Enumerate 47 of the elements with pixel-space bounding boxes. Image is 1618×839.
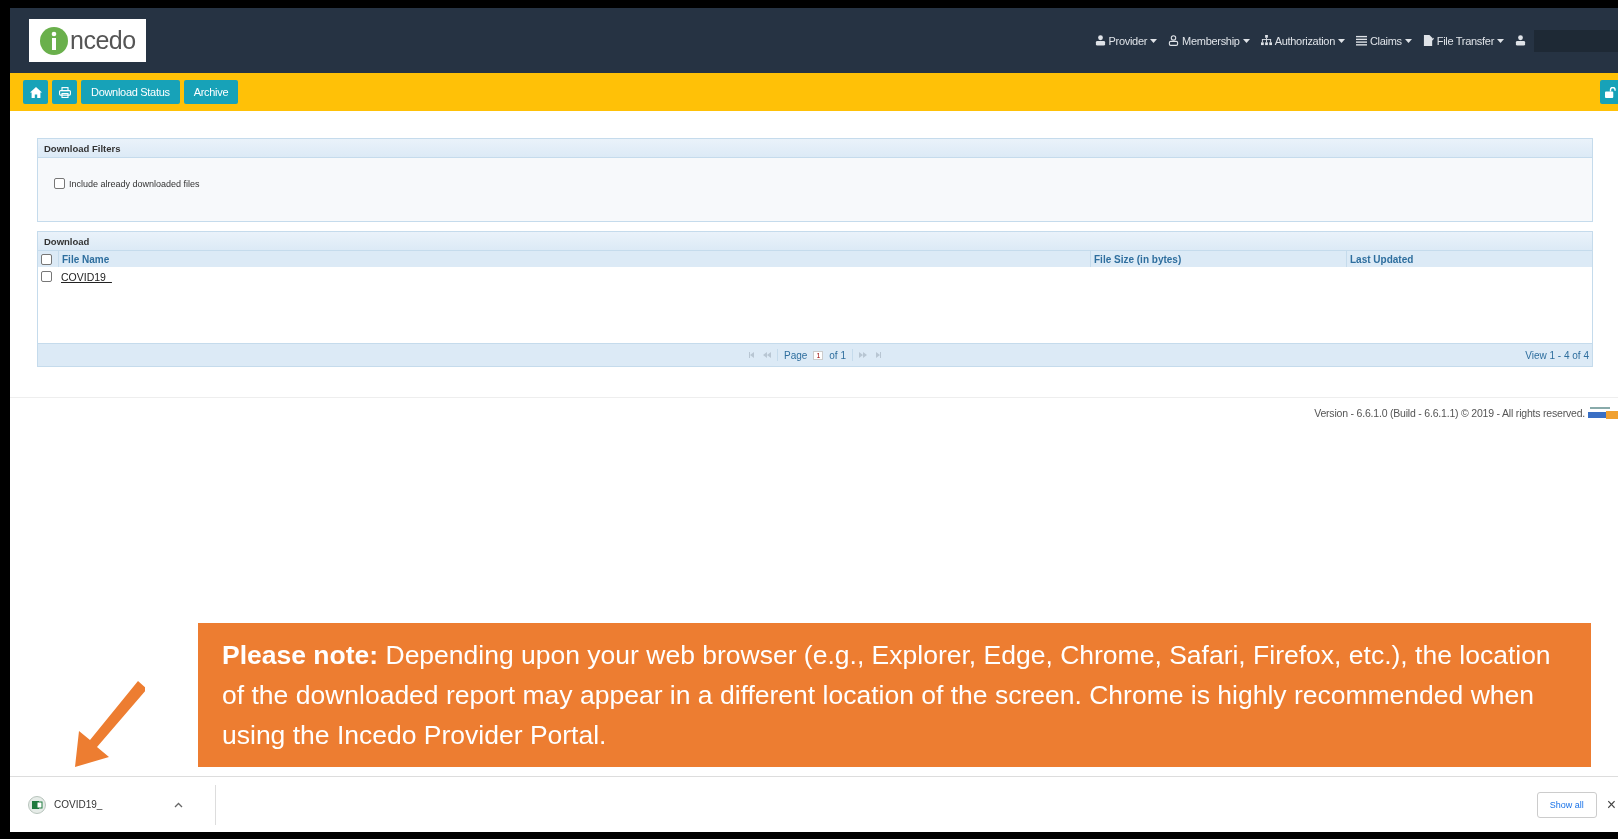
printer-icon: [58, 86, 71, 98]
caret-icon: [1404, 38, 1412, 43]
logo-mark-icon: [39, 25, 69, 56]
powered-by-logo-icon: [1588, 406, 1618, 420]
record-count: View 1 - 4 of 4: [1525, 349, 1589, 361]
close-button[interactable]: ×: [1604, 795, 1618, 814]
column-header[interactable]: Last Updated: [1346, 251, 1592, 267]
print-button[interactable]: [52, 80, 77, 104]
nav-menu[interactable]: File Transfer: [1422, 34, 1504, 47]
caret-icon: [1242, 38, 1250, 43]
nav-menu[interactable]: Claims: [1355, 34, 1412, 47]
logo[interactable]: ncedo: [29, 19, 146, 62]
panel-title: Download: [38, 232, 1592, 251]
checkbox-label: Include already downloaded files: [69, 178, 200, 189]
file-icon: [1422, 35, 1434, 46]
arrow-icon: [75, 681, 145, 767]
person-icon: [1094, 35, 1106, 46]
checkbox[interactable]: [54, 178, 65, 189]
home-icon: [29, 86, 42, 98]
column-header[interactable]: File Size (in bytes): [1090, 251, 1346, 267]
home-button[interactable]: [23, 80, 48, 104]
page-count: of 1: [829, 349, 846, 361]
list-icon: [1355, 35, 1367, 46]
download-item[interactable]: COVID19_: [10, 795, 203, 814]
panel-title: Download Filters: [38, 139, 1592, 158]
person-icon: [1168, 35, 1180, 46]
nav-menu[interactable]: Membership: [1168, 34, 1250, 47]
note-callout: Please note: Depending upon your web browser (e.g., Explorer, Edge, Chrome, Safari, Firefox, etc.), the location of the downloaded report may appear in a different location of the screen. Chrome is highly recommended when using the Incedo Provider Portal.: [198, 623, 1591, 767]
version-text: Version - 6.6.1.0 (Build - 6.6.1.1) © 2019 - All rights reserved.: [1314, 407, 1585, 419]
caret-icon: [1337, 38, 1345, 43]
unlock-icon: [1605, 86, 1616, 98]
select-all-checkbox[interactable]: [41, 253, 52, 265]
nav-menu[interactable]: Authorization: [1260, 34, 1345, 47]
nav-menu[interactable]: Provider: [1094, 34, 1158, 47]
show-all-button[interactable]: Show all: [1536, 791, 1597, 818]
unlock-button[interactable]: [1600, 80, 1618, 104]
file-link[interactable]: COVID19_: [61, 270, 112, 283]
column-header[interactable]: File Name: [58, 251, 1090, 267]
chevron-up-icon[interactable]: [174, 801, 183, 808]
spreadsheet-file-icon: [28, 795, 46, 814]
page-label: Page: [784, 349, 808, 361]
row-checkbox[interactable]: [41, 271, 52, 282]
user-icon[interactable]: [1515, 35, 1526, 46]
caret-icon: [1150, 38, 1158, 43]
hierarchy-icon: [1260, 35, 1272, 46]
logo-text: ncedo: [70, 26, 136, 55]
caret-icon: [1497, 38, 1504, 43]
